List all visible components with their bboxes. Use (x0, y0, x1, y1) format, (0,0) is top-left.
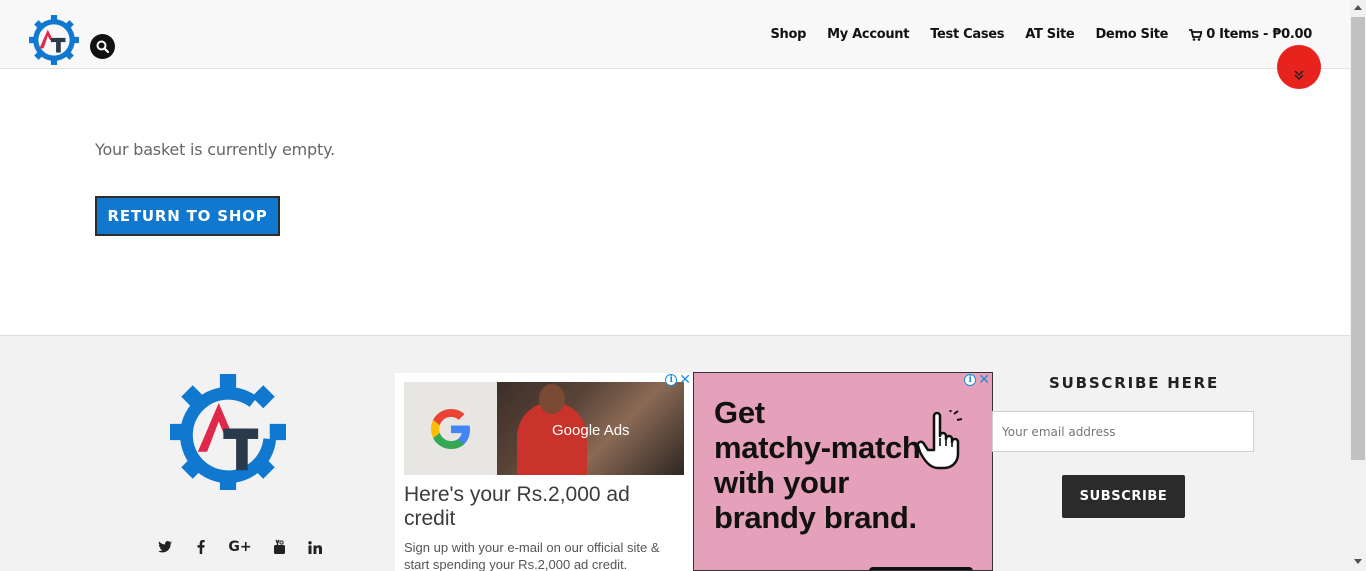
twitter-icon[interactable] (157, 538, 173, 556)
social-links: G+ (157, 538, 323, 556)
at-gear-logo-icon[interactable] (170, 370, 286, 494)
main-nav: Shop My Account Test Cases AT Site Demo … (770, 27, 1312, 42)
nav-test-cases[interactable]: Test Cases (930, 27, 1004, 42)
nav-cart[interactable]: 0 Items - ₱0.00 (1189, 27, 1312, 42)
ad-close-icon[interactable]: ✕ (679, 373, 691, 387)
ad-headline-line: with your (714, 465, 850, 500)
nav-at-site[interactable]: AT Site (1025, 27, 1075, 42)
scroll-up-arrow-icon[interactable] (1354, 5, 1362, 10)
ad-cta-bar[interactable] (869, 567, 973, 570)
ad-photo: Google Ads (497, 382, 684, 475)
ad-headline-line: matchy-match (714, 430, 921, 465)
linkedin-icon[interactable] (307, 538, 323, 556)
ad-title[interactable]: Here's your Rs.2,000 ad credit (404, 483, 674, 531)
ad-controls: i ✕ (665, 373, 691, 387)
at-gear-logo-icon[interactable] (28, 14, 80, 66)
ad-image[interactable]: Google Ads (404, 382, 684, 475)
empty-basket-message: Your basket is currently empty. (95, 140, 335, 159)
ad-person-head-shape (539, 384, 565, 414)
page-scrollbar[interactable] (1350, 0, 1366, 571)
search-button[interactable] (90, 34, 115, 59)
ad-description[interactable]: Sign up with your e-mail on our official… (404, 539, 684, 571)
ad-info-icon[interactable]: i (964, 374, 977, 386)
nav-my-account[interactable]: My Account (827, 27, 909, 42)
ad-headline-line: brandy brand. (714, 500, 917, 535)
nav-demo-site[interactable]: Demo Site (1095, 27, 1168, 42)
google-plus-icon[interactable]: G+ (228, 538, 251, 556)
ad-close-icon[interactable]: ✕ (978, 373, 990, 387)
ad-info-icon[interactable]: i (665, 374, 678, 386)
scroll-down-arrow-icon[interactable] (1354, 559, 1362, 564)
cart-icon (1189, 28, 1203, 41)
google-ads-banner[interactable]: Google Ads Here's your Rs.2,000 ad credi… (395, 373, 693, 571)
search-icon (96, 40, 109, 53)
nav-shop[interactable]: Shop (770, 27, 806, 42)
chevron-double-down-icon (1294, 70, 1304, 81)
return-to-shop-button[interactable]: RETURN TO SHOP (95, 196, 280, 236)
brand-ad-banner[interactable]: Get matchy-match with your brandy brand.… (693, 372, 993, 571)
facebook-icon[interactable] (193, 538, 209, 556)
email-field[interactable] (992, 411, 1254, 452)
ad-headline-line: Get (714, 395, 765, 430)
pointing-hand-icon (916, 410, 963, 470)
cart-summary: 0 Items - ₱0.00 (1206, 27, 1312, 42)
scrollbar-thumb[interactable] (1351, 17, 1365, 460)
scroll-down-button[interactable] (1277, 45, 1321, 89)
ad-brand-label: Google Ads (552, 422, 630, 439)
ad-headline[interactable]: Get matchy-match with your brandy brand. (714, 395, 921, 535)
youtube-icon[interactable] (271, 538, 287, 556)
subscribe-button[interactable]: SUBSCRIBE (1062, 475, 1185, 518)
subscribe-heading: SUBSCRIBE HERE (1049, 374, 1220, 392)
site-header: Shop My Account Test Cases AT Site Demo … (0, 0, 1350, 69)
google-g-logo-icon (404, 382, 497, 475)
ad-controls: i ✕ (964, 373, 990, 387)
